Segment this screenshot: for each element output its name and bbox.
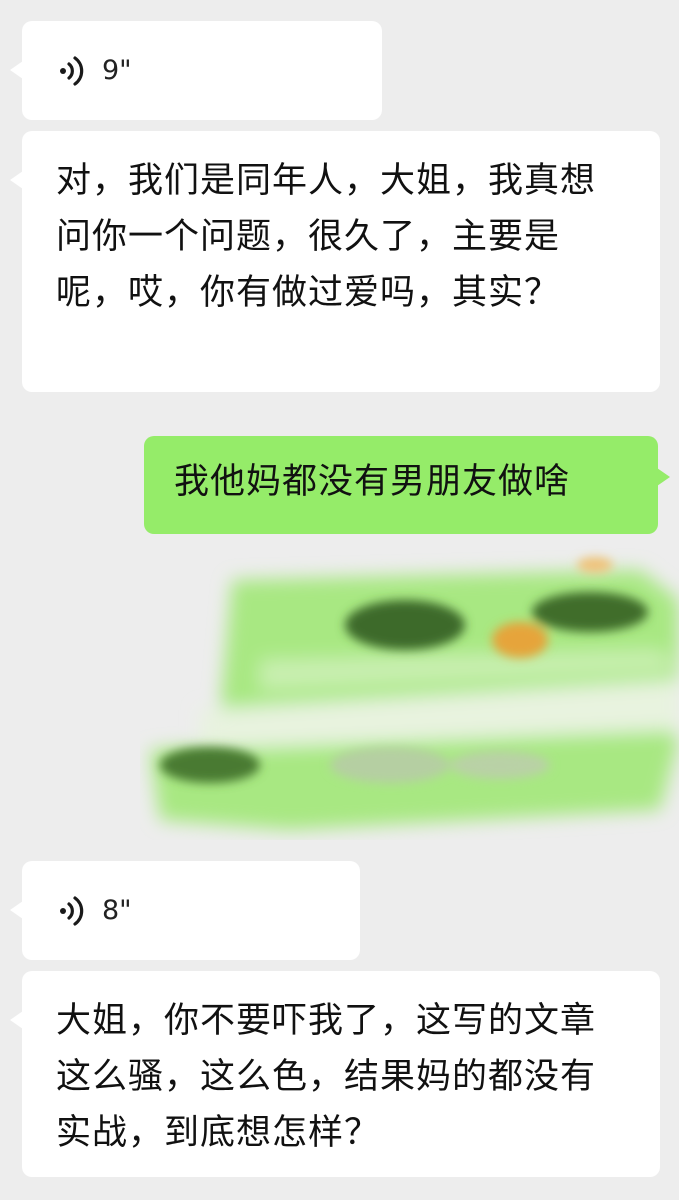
voice-wave-icon [60, 895, 84, 926]
outgoing-text-bubble[interactable]: 我他妈都没有男朋友做啥 [144, 436, 670, 534]
voice-duration: 9" [102, 55, 132, 86]
redacted-scribble [150, 557, 679, 830]
voice-duration: 8" [102, 895, 132, 926]
incoming-text-bubble[interactable]: 大姐，你不要吓我了，这写的文章这么骚，这么色，结果妈的都没有实战，到底想怎样？ [10, 971, 660, 1177]
message-text: 对，我们是同年人，大姐，我真想问你一个问题，很久了，主要是呢，哎，你有做过爱吗，… [56, 161, 597, 313]
message-text: 大姐，你不要吓我了，这写的文章这么骚，这么色，结果妈的都没有实战，到底想怎样？ [56, 1001, 597, 1153]
voice-message-bubble[interactable]: 9" [10, 21, 382, 120]
message-text: 我他妈都没有男朋友做啥 [174, 462, 571, 502]
incoming-text-bubble[interactable]: 对，我们是同年人，大姐，我真想问你一个问题，很久了，主要是呢，哎，你有做过爱吗，… [10, 131, 660, 392]
chat-window: 9" 对，我们是同年人，大姐，我真想问你一个问题，很久了，主要是呢，哎，你有做过… [0, 0, 679, 1200]
voice-wave-icon [60, 55, 84, 86]
voice-message-bubble[interactable]: 8" [10, 861, 360, 960]
